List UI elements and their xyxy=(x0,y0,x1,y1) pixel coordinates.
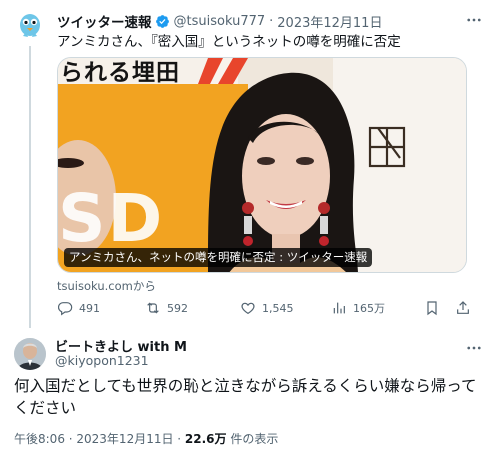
parent-date[interactable]: 2023年12月11日 xyxy=(277,12,382,31)
card-caption: アンミカさん、ネットの噂を明確に否定 : ツイッター速報 xyxy=(64,248,373,267)
parent-action-bar: 491 592 1,545 165万 xyxy=(57,298,480,318)
separator-dot: · xyxy=(269,13,274,29)
main-timestamp[interactable]: 午後8:06 · 2023年12月11日 · xyxy=(14,432,185,446)
link-card[interactable]: られる埋田 SD アンミカさん、ネットの噂を明確に否定 : ツイッター速報 xyxy=(57,57,467,273)
verified-badge-icon xyxy=(155,14,170,29)
main-avatar[interactable] xyxy=(14,338,46,370)
retweet-count: 592 xyxy=(167,301,188,315)
bird-avatar-icon xyxy=(12,8,48,44)
views-button[interactable]: 165万 xyxy=(331,298,385,318)
like-button[interactable]: 1,545 xyxy=(240,298,294,318)
share-button[interactable] xyxy=(455,298,477,318)
parent-handle[interactable]: @tsuisoku777 xyxy=(174,14,266,29)
card-banner-text: られる埋田 xyxy=(60,60,180,86)
more-icon[interactable] xyxy=(464,12,484,28)
heart-icon xyxy=(241,302,255,315)
card-watermark-text: SD xyxy=(58,180,165,257)
main-tweet-text: 何入国だとしても世界の恥と泣きながら訴えるくらい嫌なら帰ってください xyxy=(14,377,477,417)
main-handle[interactable]: @kiyopon1231 xyxy=(55,353,149,368)
card-source[interactable]: tsuisoku.comから xyxy=(57,278,156,294)
parent-tweet-header: ツイッター速報 @tsuisoku777 · 2023年12月11日 xyxy=(57,11,470,32)
main-tweet-meta: 午後8:06 · 2023年12月11日 · 22.6万 件の表示 xyxy=(14,430,278,447)
thread-connector-line xyxy=(29,46,31,328)
bookmark-icon xyxy=(427,301,437,316)
reply-count: 491 xyxy=(79,301,100,315)
reply-button[interactable]: 491 xyxy=(57,298,100,318)
retweet-button[interactable]: 592 xyxy=(145,298,188,318)
parent-avatar[interactable] xyxy=(12,8,48,44)
more-icon[interactable] xyxy=(464,340,484,356)
avatar-photo xyxy=(14,338,46,370)
like-count: 1,545 xyxy=(262,301,294,315)
reply-icon xyxy=(57,302,73,316)
retweet-icon xyxy=(147,302,159,314)
parent-tweet-text: アンミカさん、『密入国』というネットの噂を明確に否定 xyxy=(57,34,401,50)
parent-display-name[interactable]: ツイッター速報 xyxy=(57,11,152,31)
view-count: 165万 xyxy=(353,302,385,315)
main-view-count[interactable]: 22.6万 xyxy=(185,432,227,446)
share-icon xyxy=(457,301,469,314)
bookmark-button[interactable] xyxy=(424,298,446,318)
views-icon xyxy=(333,302,345,314)
views-label: 件の表示 xyxy=(226,432,279,446)
